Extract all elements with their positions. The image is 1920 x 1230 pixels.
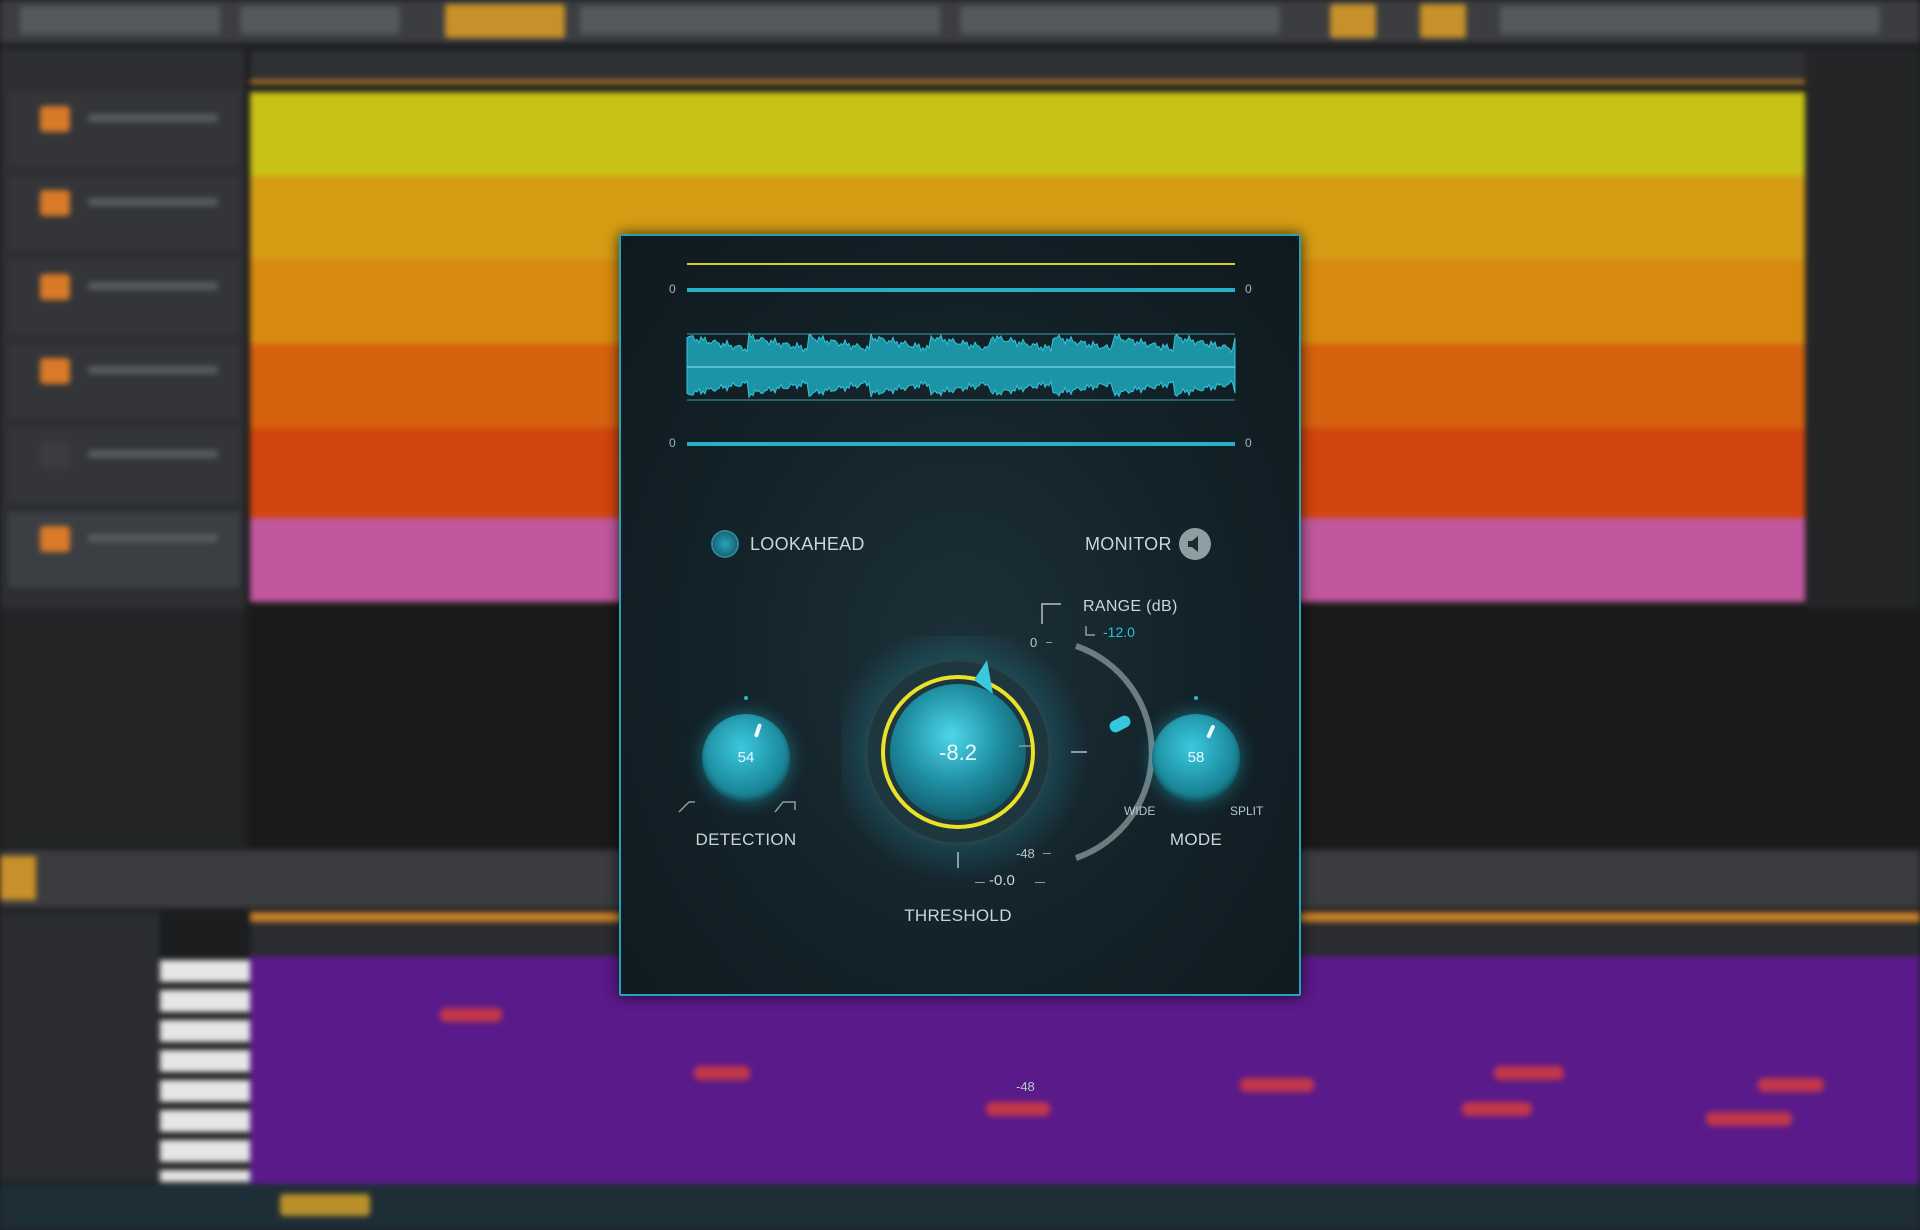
range-scale-bottom-label: -48 [1016,846,1035,861]
threshold-value: -8.2 [939,740,977,765]
detection-control: 54 DETECTION [671,696,821,866]
scale-bottom-left: 0 [669,436,676,450]
detection-slow-icon [774,801,796,813]
lookahead-toggle[interactable]: LOOKAHEAD [713,530,883,560]
range-label: RANGE (dB) [1083,598,1178,615]
status-bar [0,1184,1920,1230]
piano-keys [160,960,250,1182]
detection-fast-icon [678,801,695,813]
track-headers [0,48,245,608]
scale-top-left: 0 [669,282,676,296]
waveform-graph [686,263,1236,466]
mode-value: 58 [1187,749,1205,766]
threshold-label: THRESHOLD [904,906,1012,925]
lookahead-led-icon [713,532,737,556]
track-lane [250,92,1805,176]
mode-label: MODE [1169,830,1223,849]
gate-plugin-panel: 0 0 0 0 LOOKAHEAD MONITOR RANGE (dB) -12… [619,234,1301,1094]
detection-label: DETECTION [695,830,797,849]
scale-top-right: 0 [1245,282,1252,296]
mode-control: 58 WIDE SPLIT MODE [1121,696,1271,866]
mode-split-label: SPLIT [1230,804,1264,818]
range-scale-top-dash [1046,642,1052,643]
lookahead-label: LOOKAHEAD [750,534,865,554]
waveform [686,331,1236,399]
range-scale-bottom: -48 [1016,1079,1035,1094]
waveform-display: 0 0 0 0 [641,256,1281,466]
mode-wide-label: WIDE [1124,804,1156,818]
scale-bottom-right: 0 [1245,436,1252,450]
detection-knob[interactable]: 54 [702,714,790,802]
monitor-label: MONITOR [1085,534,1172,554]
daw-toolbar [0,0,1920,44]
mode-knob[interactable]: 58 [1152,714,1240,802]
threshold-control: -8.2 0 -48 -0.0 THRESHOLD [828,622,1161,1094]
monitor-button[interactable]: MONITOR [1083,526,1243,562]
timeline-ruler [250,50,1810,84]
detection-value: 54 [737,749,755,766]
threshold-readout: -0.0 [989,872,1015,889]
range-scale-top: 0 [1030,635,1038,650]
speaker-icon [1179,528,1211,560]
